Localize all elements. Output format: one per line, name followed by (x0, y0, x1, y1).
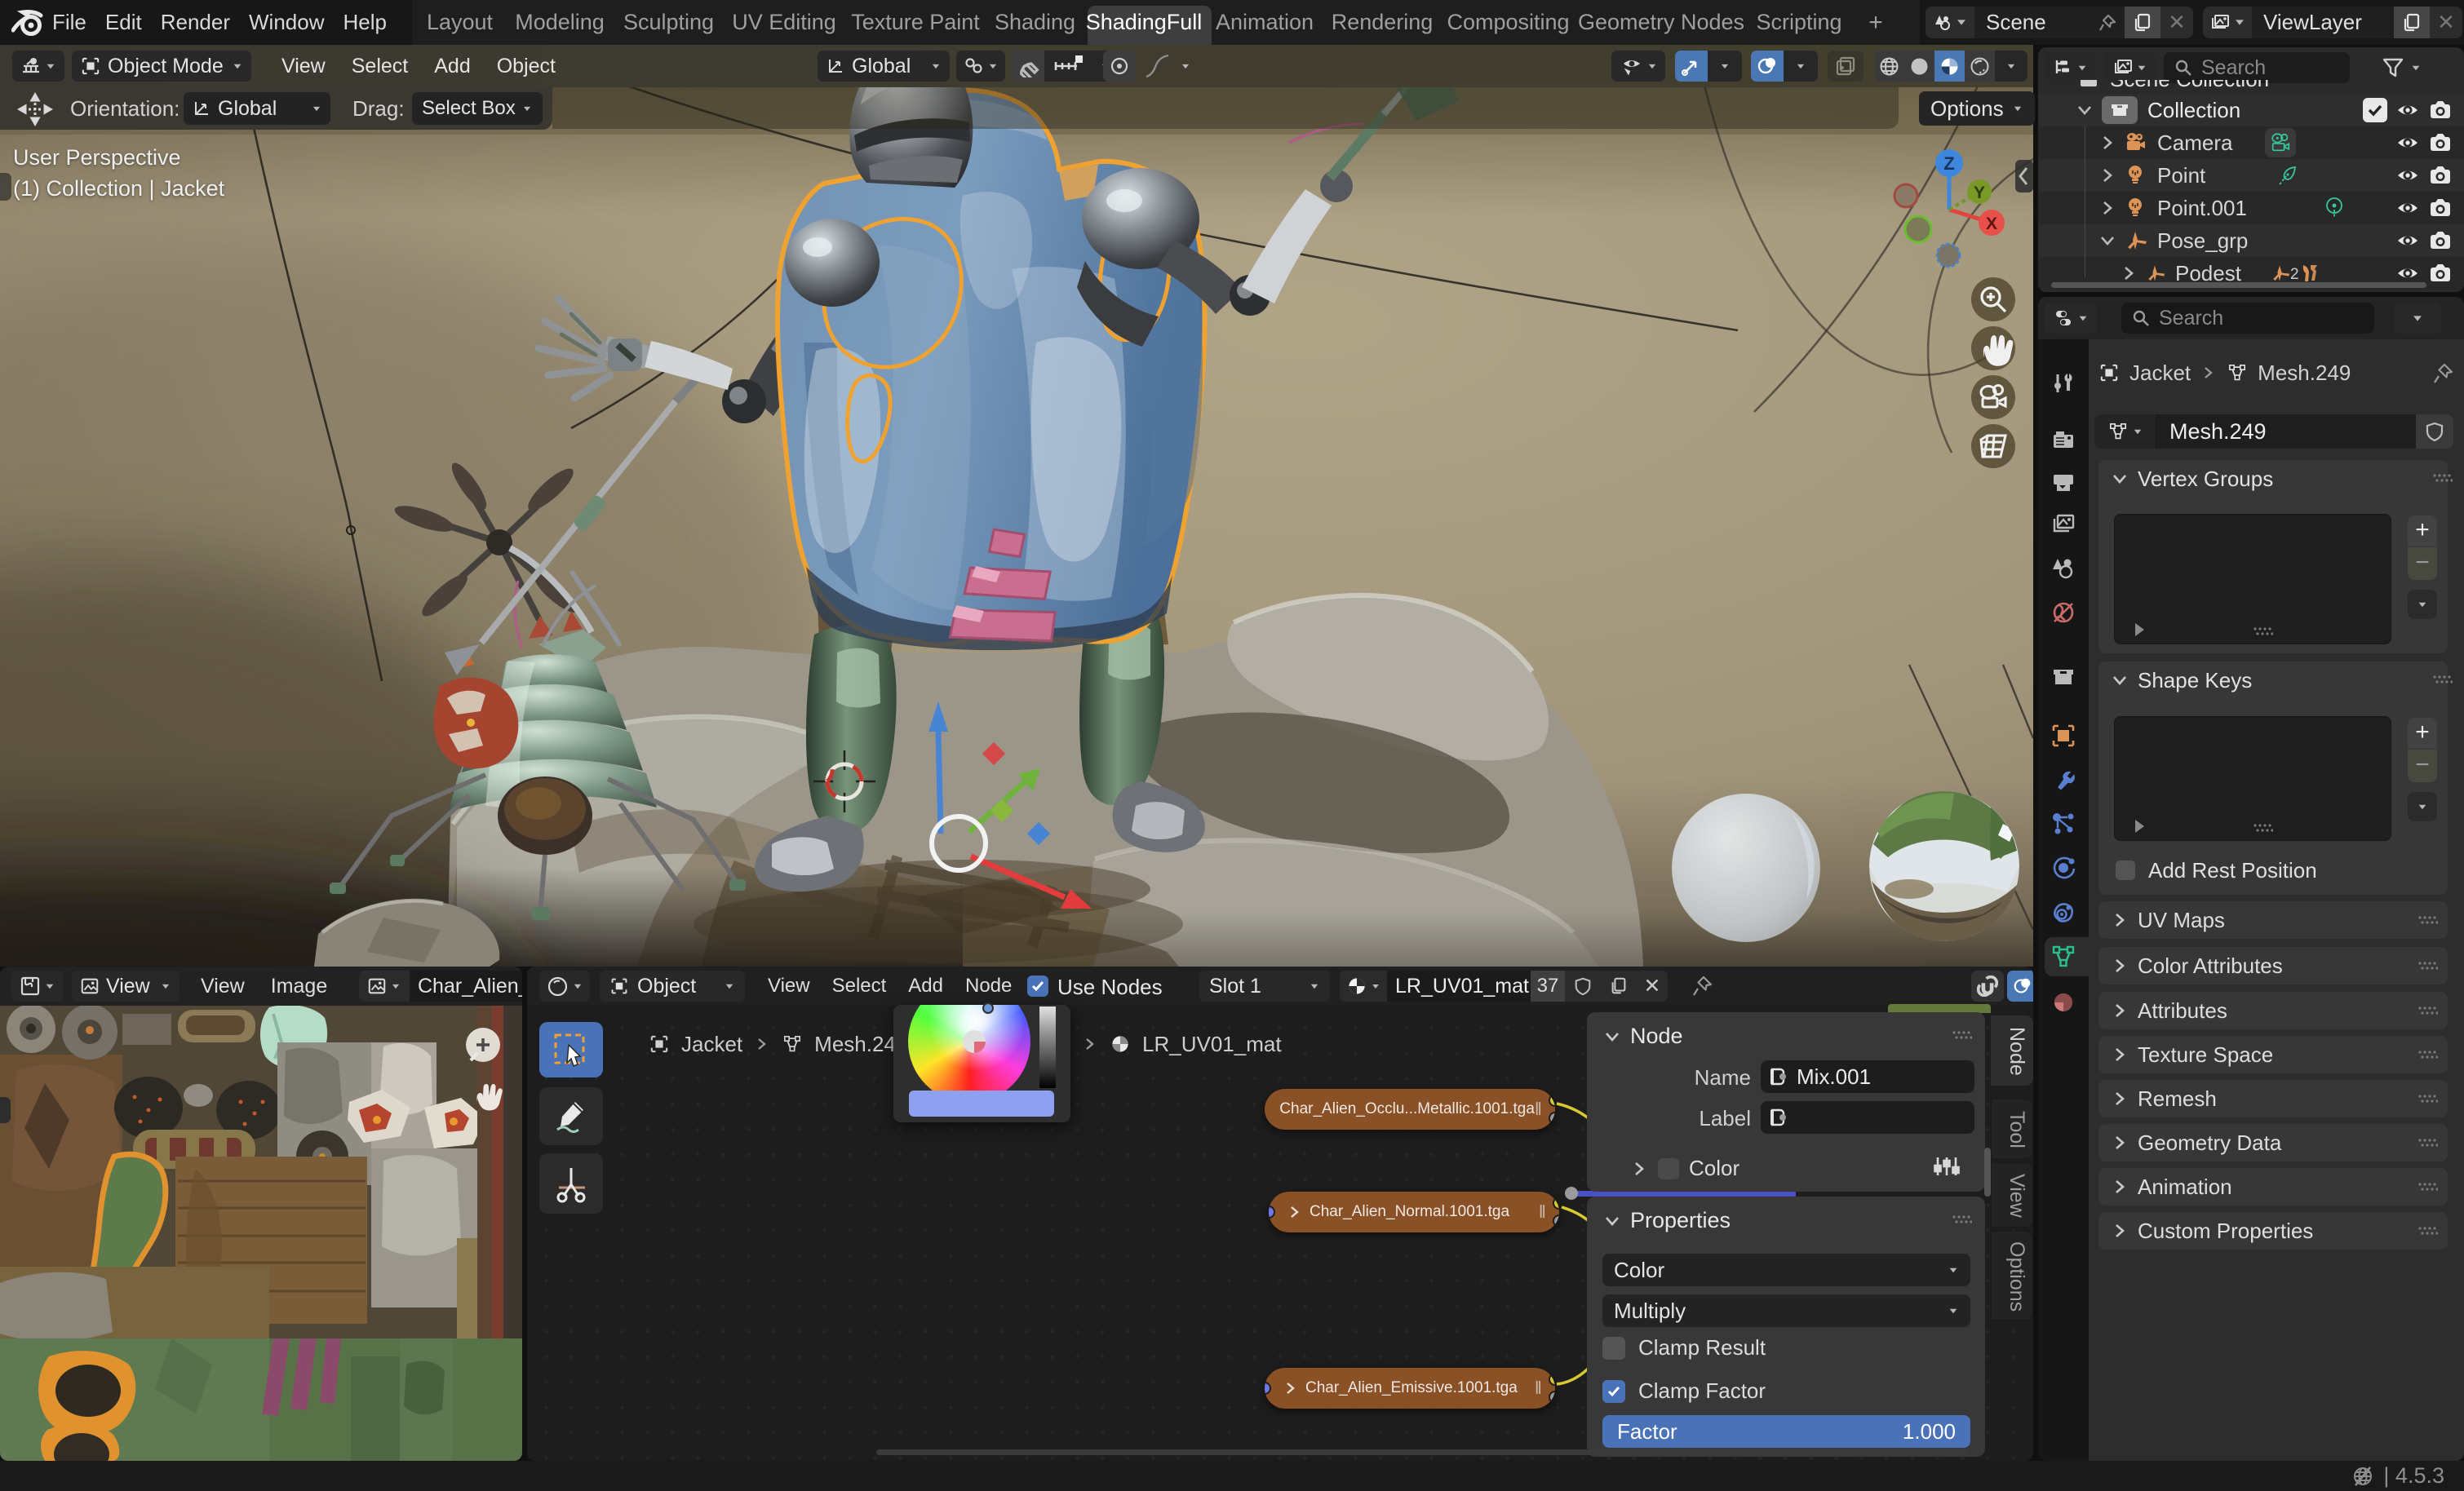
svg-text:Z: Z (1943, 153, 1954, 174)
svg-text:X: X (1986, 215, 1997, 233)
svg-text:Y: Y (1974, 184, 1985, 202)
